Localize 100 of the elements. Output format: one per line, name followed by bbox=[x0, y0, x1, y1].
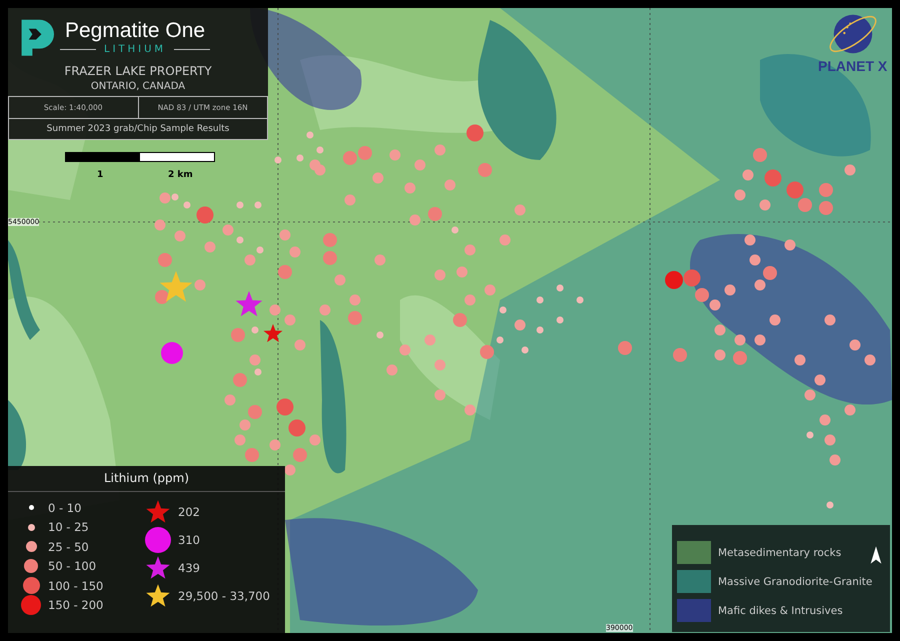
sample-dot bbox=[819, 183, 833, 197]
sample-dot bbox=[196, 206, 214, 224]
sample-dot bbox=[376, 332, 384, 338]
legend-label: 439 bbox=[178, 561, 200, 575]
sample-dot bbox=[194, 280, 206, 290]
sample-dot bbox=[252, 326, 258, 334]
legend-label: 310 bbox=[178, 533, 200, 547]
star-marker bbox=[160, 271, 192, 302]
legend-label: 25 - 50 bbox=[48, 540, 89, 554]
sample-dot bbox=[358, 146, 372, 160]
sample-dot bbox=[390, 150, 400, 160]
legend-label: Massive Granodiorite-Granite bbox=[718, 576, 872, 588]
sample-dot bbox=[372, 172, 384, 184]
sample-dot bbox=[293, 448, 307, 462]
sample-dot bbox=[724, 284, 736, 296]
legend-label: 0 - 10 bbox=[48, 500, 82, 515]
sample-dot bbox=[814, 374, 826, 386]
sample-dot bbox=[714, 324, 726, 336]
company-name: Pegmatite One bbox=[64, 18, 206, 44]
sample-dot bbox=[786, 182, 804, 198]
sample-dot bbox=[404, 182, 416, 194]
sample-dot bbox=[250, 354, 260, 366]
sample-dot bbox=[240, 420, 250, 430]
sample-dot bbox=[154, 220, 166, 230]
sample-dot bbox=[742, 170, 754, 180]
sample-dot bbox=[464, 404, 476, 416]
sample-dot bbox=[734, 190, 746, 200]
sample-dot bbox=[434, 390, 446, 400]
sample-dot bbox=[556, 316, 564, 324]
sample-dot bbox=[536, 296, 544, 304]
sample-dot bbox=[245, 448, 259, 462]
sample-dot bbox=[500, 306, 506, 314]
sample-dot bbox=[820, 414, 830, 426]
sample-dot bbox=[414, 160, 426, 170]
sample-dot bbox=[374, 254, 386, 266]
sample-dot bbox=[806, 432, 814, 438]
sample-dot bbox=[236, 236, 244, 244]
map-subtitle: Summer 2023 grab/Chip Sample Results bbox=[8, 119, 268, 140]
sample-dot bbox=[760, 200, 770, 210]
sample-dot bbox=[254, 368, 262, 376]
sample-dot bbox=[754, 334, 766, 346]
sample-dot bbox=[276, 398, 294, 416]
legend-title: Lithium (ppm) bbox=[8, 466, 285, 492]
sample-dot bbox=[618, 341, 632, 355]
sample-dot bbox=[750, 254, 760, 266]
sample-dot bbox=[434, 144, 446, 156]
sample-dot bbox=[798, 198, 812, 212]
sample-dot bbox=[274, 156, 282, 164]
sample-dot bbox=[764, 170, 782, 186]
sample-dot bbox=[763, 266, 777, 280]
legend-label: 50 - 100 bbox=[48, 559, 96, 574]
sample-dot bbox=[386, 364, 398, 376]
north-arrow-icon bbox=[869, 545, 883, 565]
sample-dot bbox=[536, 326, 544, 334]
sample-dot bbox=[744, 234, 756, 246]
sample-dot bbox=[794, 354, 806, 366]
legend-label: Metasedimentary rocks bbox=[718, 546, 842, 558]
sample-dot bbox=[294, 340, 306, 350]
sample-dot bbox=[400, 344, 410, 356]
sample-dot bbox=[830, 454, 840, 466]
sample-dot bbox=[231, 328, 245, 342]
sample-dot bbox=[310, 434, 320, 446]
sample-dot bbox=[434, 270, 446, 280]
sample-dot bbox=[754, 280, 766, 290]
sample-dot bbox=[410, 214, 420, 226]
sample-dot bbox=[270, 440, 280, 450]
sample-dot bbox=[864, 354, 876, 366]
sample-dot bbox=[824, 434, 836, 446]
scale-label: 1 bbox=[97, 170, 104, 180]
legend-label: 10 - 25 bbox=[48, 520, 89, 534]
legend-label: 202 bbox=[178, 505, 200, 519]
location-text: ONTARIO, CANADA bbox=[90, 81, 186, 92]
sample-dot bbox=[288, 420, 306, 436]
sample-dot bbox=[224, 394, 236, 406]
sample-dot bbox=[466, 124, 484, 142]
scale-label: 2 km bbox=[168, 170, 193, 180]
star-marker bbox=[236, 291, 262, 316]
circle-marker bbox=[161, 342, 183, 364]
sample-dot bbox=[484, 284, 496, 296]
sample-dot bbox=[514, 204, 526, 216]
partner-logo-text: PLANET X bbox=[818, 58, 888, 74]
sample-dot bbox=[673, 348, 687, 362]
sample-dot bbox=[556, 284, 564, 292]
sample-dot bbox=[514, 320, 526, 330]
sample-dot bbox=[254, 202, 262, 208]
sample-dot bbox=[784, 240, 796, 250]
sample-dot bbox=[184, 202, 190, 208]
sample-dot bbox=[290, 246, 300, 258]
sample-dot bbox=[424, 334, 436, 346]
legend-label: 100 - 150 bbox=[48, 578, 104, 593]
sample-dot bbox=[826, 502, 834, 508]
sample-dot bbox=[434, 360, 446, 370]
sample-dot bbox=[753, 148, 767, 162]
sample-dot bbox=[234, 434, 246, 446]
legend-label: 29,500 - 33,700 bbox=[178, 589, 270, 603]
sample-dot bbox=[453, 313, 467, 327]
sample-dot bbox=[770, 314, 780, 326]
sample-dot bbox=[284, 314, 296, 326]
sample-dot bbox=[350, 294, 360, 306]
sample-dot bbox=[714, 350, 726, 360]
